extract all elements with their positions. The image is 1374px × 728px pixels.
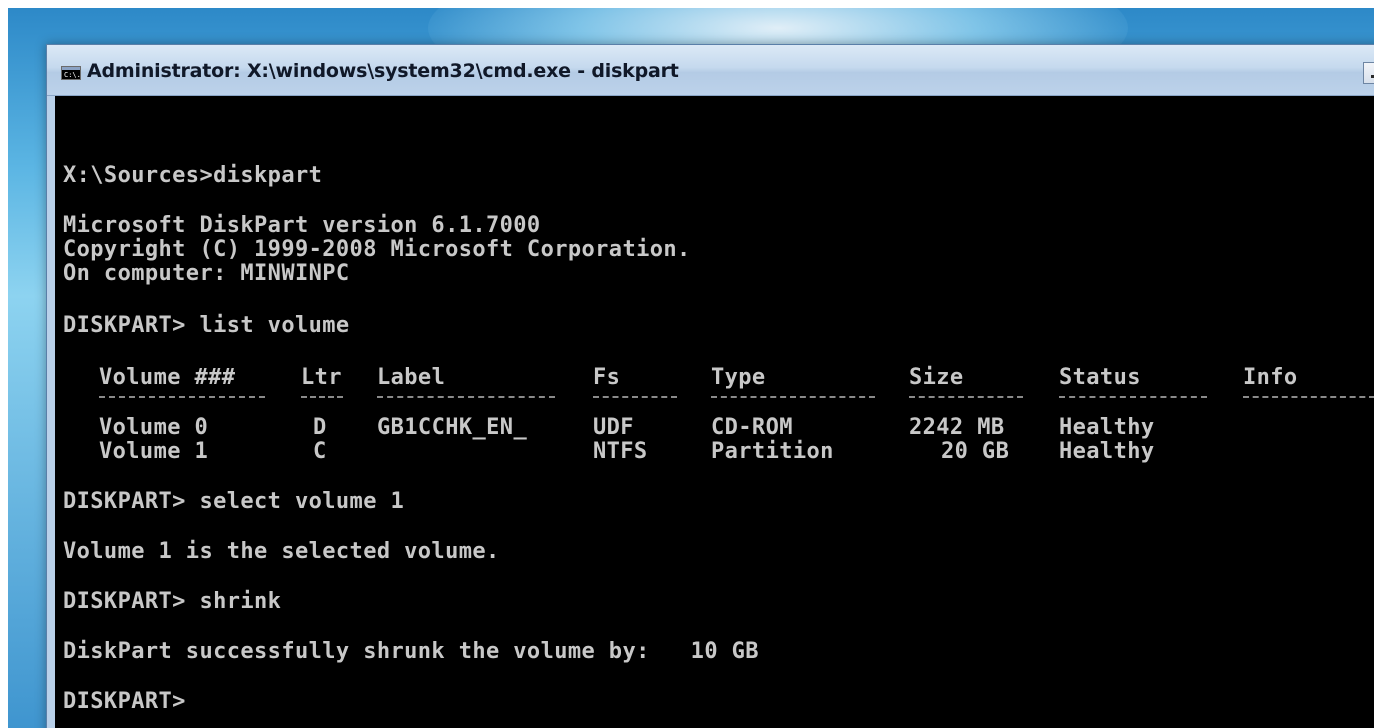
table-cell: CD-ROM: [711, 415, 793, 440]
console-line: Microsoft DiskPart version 6.1.7000: [63, 213, 541, 238]
separator-dash: [711, 396, 875, 400]
separator-dash: [301, 396, 343, 400]
table-cell: 2242 MB: [909, 415, 1005, 440]
console-line: Copyright (C) 1999-2008 Microsoft Corpor…: [63, 237, 691, 262]
table-cell: Volume 1: [99, 439, 209, 464]
table-cell: C: [313, 439, 327, 464]
console-line: Volume 1 is the selected volume.: [63, 539, 500, 564]
table-cell: UDF: [593, 415, 634, 440]
table-header-cell: Volume ###: [99, 365, 236, 390]
console-output[interactable]: X:\Sources>diskpart Microsoft DiskPart v…: [55, 96, 1374, 728]
cmd-icon-glyph: C:\.: [64, 71, 81, 79]
separator-dash: [1059, 396, 1207, 400]
separator-dash: [377, 396, 555, 400]
table-header-cell: Size: [909, 365, 964, 390]
separator-dash: [909, 396, 1023, 400]
separator-dash: [1243, 396, 1374, 400]
table-header-cell: Fs: [593, 365, 621, 390]
console-line: X:\Sources>diskpart: [63, 163, 323, 188]
console-line: DISKPART> select volume 1: [63, 489, 405, 514]
table-cell: Volume 0: [99, 415, 209, 440]
separator-dash: [593, 396, 677, 400]
table-cell: D: [313, 415, 327, 440]
table-header-cell: Type: [711, 365, 766, 390]
table-separator: [55, 396, 1374, 398]
table-header-cell: Label: [377, 365, 446, 390]
cmd-window[interactable]: C:\. Administrator: X:\windows\system32\…: [46, 44, 1374, 728]
table-cell: Healthy: [1059, 439, 1155, 464]
cmd-console-icon[interactable]: C:\.: [61, 66, 81, 80]
table-header-cell: Info: [1243, 365, 1298, 390]
table-cell: Healthy: [1059, 415, 1155, 440]
table-cell: GB1CCHK_EN_: [377, 415, 528, 440]
console-line: On computer: MINWINPC: [63, 261, 350, 286]
console-line: DISKPART> shrink: [63, 589, 282, 614]
minimize-button[interactable]: [1363, 62, 1374, 84]
table-cell: NTFS: [593, 439, 648, 464]
console-line: DiskPart successfully shrunk the volume …: [63, 639, 759, 664]
separator-dash: [99, 396, 265, 400]
table-header-cell: Status: [1059, 365, 1141, 390]
table-cell: Partition: [711, 439, 834, 464]
console-prompt[interactable]: DISKPART>: [63, 690, 186, 714]
console-line: DISKPART> list volume: [63, 313, 350, 338]
table-header-cell: Ltr: [301, 365, 342, 390]
table-cell: 20 GB: [941, 439, 1010, 464]
window-title: Administrator: X:\windows\system32\cmd.e…: [87, 60, 679, 82]
title-bar[interactable]: C:\. Administrator: X:\windows\system32\…: [47, 45, 1374, 96]
